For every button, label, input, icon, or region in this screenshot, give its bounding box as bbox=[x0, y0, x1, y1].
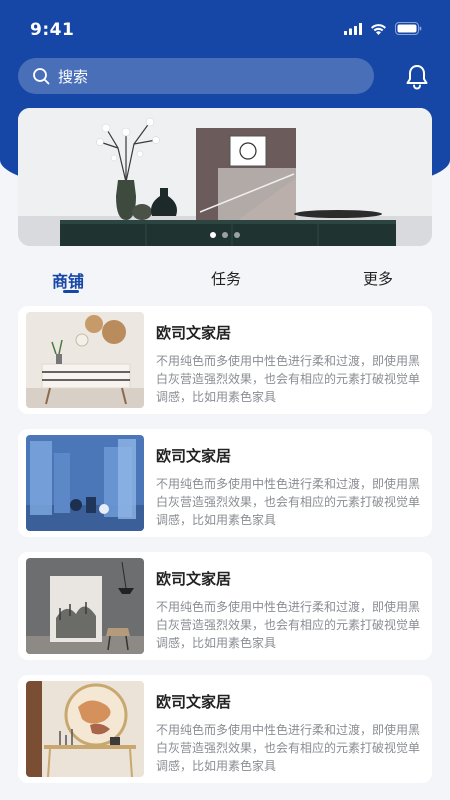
shop-card[interactable]: 欧司文家居 不用纯色而多使用中性色进行柔和过渡，即使用黑白灰营造强烈效果，也会有… bbox=[18, 429, 432, 537]
shop-title: 欧司文家居 bbox=[156, 693, 232, 711]
promo-banner[interactable] bbox=[18, 108, 432, 246]
shop-title: 欧司文家居 bbox=[156, 570, 232, 588]
banner-pagination bbox=[18, 232, 432, 238]
shop-description: 不用纯色而多使用中性色进行柔和过渡，即使用黑白灰营造强烈效果，也会有相应的元素打… bbox=[156, 354, 421, 404]
status-icons bbox=[344, 22, 422, 35]
banner-image bbox=[18, 108, 432, 246]
wifi-icon bbox=[371, 23, 386, 35]
shop-description: 不用纯色而多使用中性色进行柔和过渡，即使用黑白灰营造强烈效果，也会有相应的元素打… bbox=[156, 477, 421, 527]
banner-dot-2[interactable] bbox=[222, 232, 228, 238]
battery-icon bbox=[395, 22, 422, 35]
search-placeholder: 搜索 bbox=[58, 67, 89, 86]
shop-thumbnail bbox=[26, 681, 144, 777]
signal-icon bbox=[344, 22, 362, 35]
shop-card[interactable]: 欧司文家居 不用纯色而多使用中性色进行柔和过渡，即使用黑白灰营造强烈效果，也会有… bbox=[18, 306, 432, 414]
notification-bell-icon[interactable] bbox=[402, 62, 432, 92]
search-input[interactable]: 搜索 bbox=[18, 58, 374, 94]
shop-card[interactable]: 欧司文家居 不用纯色而多使用中性色进行柔和过渡，即使用黑白灰营造强烈效果，也会有… bbox=[18, 675, 432, 783]
tab-more[interactable]: 更多 bbox=[363, 268, 393, 289]
shop-title: 欧司文家居 bbox=[156, 324, 232, 342]
shop-thumbnail bbox=[26, 435, 144, 531]
tab-tasks[interactable]: 任务 bbox=[211, 268, 241, 289]
shop-thumbnail bbox=[26, 558, 144, 654]
search-icon bbox=[33, 68, 50, 85]
category-tabs: 商铺 任务 更多 bbox=[0, 260, 450, 300]
shop-description: 不用纯色而多使用中性色进行柔和过渡，即使用黑白灰营造强烈效果，也会有相应的元素打… bbox=[156, 723, 421, 773]
active-tab-indicator bbox=[63, 290, 79, 293]
tab-shops[interactable]: 商铺 bbox=[52, 268, 84, 292]
shop-card[interactable]: 欧司文家居 不用纯色而多使用中性色进行柔和过渡，即使用黑白灰营造强烈效果，也会有… bbox=[18, 552, 432, 660]
banner-dot-1[interactable] bbox=[210, 232, 216, 238]
shop-title: 欧司文家居 bbox=[156, 447, 232, 465]
status-time: 9:41 bbox=[30, 20, 75, 40]
shop-description: 不用纯色而多使用中性色进行柔和过渡，即使用黑白灰营造强烈效果，也会有相应的元素打… bbox=[156, 600, 421, 650]
banner-dot-3[interactable] bbox=[234, 232, 240, 238]
shop-thumbnail bbox=[26, 312, 144, 408]
status-bar: 9:41 bbox=[0, 0, 450, 60]
